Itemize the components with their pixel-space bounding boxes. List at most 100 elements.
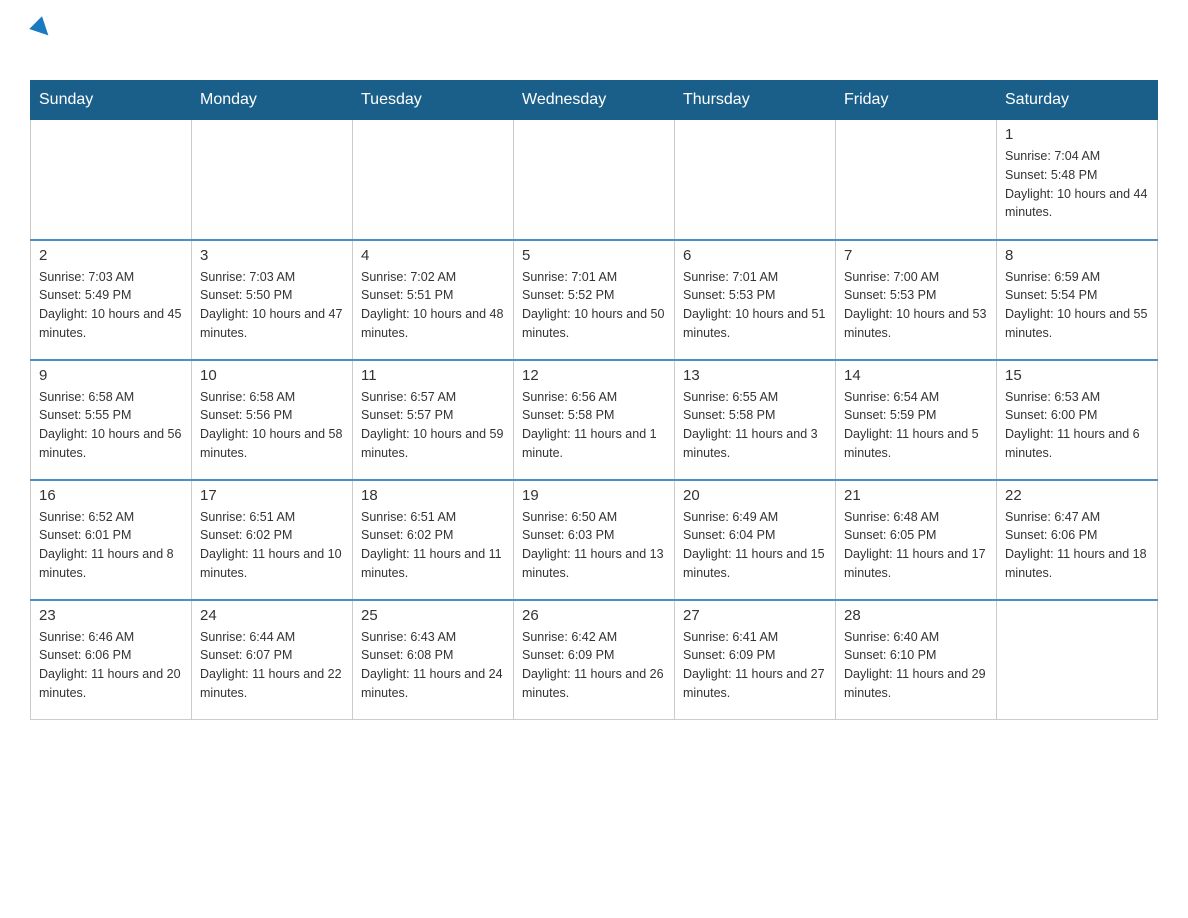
day-number: 7 bbox=[844, 247, 988, 264]
day-number: 3 bbox=[200, 247, 344, 264]
logo-triangle-icon bbox=[29, 16, 54, 41]
calendar-cell: 5 Sunrise: 7:01 AMSunset: 5:52 PMDaylight… bbox=[514, 240, 675, 360]
day-info: Sunrise: 6:40 AMSunset: 6:10 PMDaylight:… bbox=[844, 628, 988, 703]
calendar-cell bbox=[514, 120, 675, 240]
day-number: 26 bbox=[522, 607, 666, 624]
calendar-table: SundayMondayTuesdayWednesdayThursdayFrid… bbox=[30, 80, 1158, 720]
day-number: 10 bbox=[200, 367, 344, 384]
calendar-cell bbox=[353, 120, 514, 240]
day-info: Sunrise: 6:55 AMSunset: 5:58 PMDaylight:… bbox=[683, 388, 827, 463]
calendar-cell: 24 Sunrise: 6:44 AMSunset: 6:07 PMDayligh… bbox=[192, 600, 353, 720]
weekday-header-saturday: Saturday bbox=[997, 81, 1158, 120]
day-number: 9 bbox=[39, 367, 183, 384]
weekday-header-row: SundayMondayTuesdayWednesdayThursdayFrid… bbox=[31, 81, 1158, 120]
calendar-cell: 11 Sunrise: 6:57 AMSunset: 5:57 PMDayligh… bbox=[353, 360, 514, 480]
calendar-cell: 7 Sunrise: 7:00 AMSunset: 5:53 PMDaylight… bbox=[836, 240, 997, 360]
day-number: 15 bbox=[1005, 367, 1149, 384]
day-info: Sunrise: 6:59 AMSunset: 5:54 PMDaylight:… bbox=[1005, 268, 1149, 343]
calendar-cell: 13 Sunrise: 6:55 AMSunset: 5:58 PMDayligh… bbox=[675, 360, 836, 480]
day-number: 19 bbox=[522, 487, 666, 504]
calendar-cell: 4 Sunrise: 7:02 AMSunset: 5:51 PMDaylight… bbox=[353, 240, 514, 360]
day-info: Sunrise: 6:51 AMSunset: 6:02 PMDaylight:… bbox=[361, 508, 505, 583]
day-info: Sunrise: 6:43 AMSunset: 6:08 PMDaylight:… bbox=[361, 628, 505, 703]
calendar-cell: 21Sunrise: 6:48 AMSunset: 6:05 PMDayligh… bbox=[836, 480, 997, 600]
day-info: Sunrise: 7:00 AMSunset: 5:53 PMDaylight:… bbox=[844, 268, 988, 343]
calendar-cell bbox=[836, 120, 997, 240]
day-info: Sunrise: 7:01 AMSunset: 5:52 PMDaylight:… bbox=[522, 268, 666, 343]
day-info: Sunrise: 6:52 AMSunset: 6:01 PMDaylight:… bbox=[39, 508, 183, 583]
day-number: 11 bbox=[361, 367, 505, 384]
calendar-week-2: 2 Sunrise: 7:03 AMSunset: 5:49 PMDaylight… bbox=[31, 240, 1158, 360]
day-number: 1 bbox=[1005, 126, 1149, 143]
calendar-cell: 15 Sunrise: 6:53 AMSunset: 6:00 PMDayligh… bbox=[997, 360, 1158, 480]
weekday-header-thursday: Thursday bbox=[675, 81, 836, 120]
calendar-cell bbox=[997, 600, 1158, 720]
calendar-cell bbox=[675, 120, 836, 240]
calendar-cell: 26 Sunrise: 6:42 AMSunset: 6:09 PMDayligh… bbox=[514, 600, 675, 720]
calendar-cell: 6 Sunrise: 7:01 AMSunset: 5:53 PMDaylight… bbox=[675, 240, 836, 360]
day-info: Sunrise: 6:47 AMSunset: 6:06 PMDaylight:… bbox=[1005, 508, 1149, 583]
calendar-cell: 9 Sunrise: 6:58 AMSunset: 5:55 PMDaylight… bbox=[31, 360, 192, 480]
weekday-header-friday: Friday bbox=[836, 81, 997, 120]
calendar-cell: 20Sunrise: 6:49 AMSunset: 6:04 PMDayligh… bbox=[675, 480, 836, 600]
calendar-cell: 23 Sunrise: 6:46 AMSunset: 6:06 PMDayligh… bbox=[31, 600, 192, 720]
calendar-cell: 12Sunrise: 6:56 AMSunset: 5:58 PMDayligh… bbox=[514, 360, 675, 480]
day-number: 2 bbox=[39, 247, 183, 264]
weekday-header-wednesday: Wednesday bbox=[514, 81, 675, 120]
day-info: Sunrise: 6:58 AMSunset: 5:56 PMDaylight:… bbox=[200, 388, 344, 463]
day-number: 5 bbox=[522, 247, 666, 264]
day-number: 12 bbox=[522, 367, 666, 384]
day-number: 23 bbox=[39, 607, 183, 624]
calendar-cell: 3 Sunrise: 7:03 AMSunset: 5:50 PMDaylight… bbox=[192, 240, 353, 360]
calendar-cell: 22Sunrise: 6:47 AMSunset: 6:06 PMDayligh… bbox=[997, 480, 1158, 600]
calendar-cell bbox=[31, 120, 192, 240]
day-info: Sunrise: 7:02 AMSunset: 5:51 PMDaylight:… bbox=[361, 268, 505, 343]
day-info: Sunrise: 7:04 AMSunset: 5:48 PMDaylight:… bbox=[1005, 147, 1149, 222]
day-info: Sunrise: 6:41 AMSunset: 6:09 PMDaylight:… bbox=[683, 628, 827, 703]
day-number: 14 bbox=[844, 367, 988, 384]
day-info: Sunrise: 7:03 AMSunset: 5:49 PMDaylight:… bbox=[39, 268, 183, 343]
day-info: Sunrise: 7:01 AMSunset: 5:53 PMDaylight:… bbox=[683, 268, 827, 343]
calendar-cell: 14 Sunrise: 6:54 AMSunset: 5:59 PMDayligh… bbox=[836, 360, 997, 480]
day-number: 16 bbox=[39, 487, 183, 504]
day-number: 18 bbox=[361, 487, 505, 504]
calendar-cell: 8 Sunrise: 6:59 AMSunset: 5:54 PMDaylight… bbox=[997, 240, 1158, 360]
weekday-header-sunday: Sunday bbox=[31, 81, 192, 120]
day-info: Sunrise: 6:51 AMSunset: 6:02 PMDaylight:… bbox=[200, 508, 344, 583]
day-number: 8 bbox=[1005, 247, 1149, 264]
weekday-header-monday: Monday bbox=[192, 81, 353, 120]
day-number: 27 bbox=[683, 607, 827, 624]
day-info: Sunrise: 6:58 AMSunset: 5:55 PMDaylight:… bbox=[39, 388, 183, 463]
day-number: 20 bbox=[683, 487, 827, 504]
day-number: 4 bbox=[361, 247, 505, 264]
day-info: Sunrise: 6:54 AMSunset: 5:59 PMDaylight:… bbox=[844, 388, 988, 463]
day-number: 28 bbox=[844, 607, 988, 624]
day-number: 24 bbox=[200, 607, 344, 624]
calendar-cell: 17 Sunrise: 6:51 AMSunset: 6:02 PMDayligh… bbox=[192, 480, 353, 600]
calendar-cell: 1 Sunrise: 7:04 AMSunset: 5:48 PMDaylight… bbox=[997, 120, 1158, 240]
calendar-cell: 19 Sunrise: 6:50 AMSunset: 6:03 PMDayligh… bbox=[514, 480, 675, 600]
day-info: Sunrise: 6:42 AMSunset: 6:09 PMDaylight:… bbox=[522, 628, 666, 703]
calendar-cell: 25 Sunrise: 6:43 AMSunset: 6:08 PMDayligh… bbox=[353, 600, 514, 720]
calendar-cell: 28 Sunrise: 6:40 AMSunset: 6:10 PMDayligh… bbox=[836, 600, 997, 720]
day-number: 13 bbox=[683, 367, 827, 384]
day-info: Sunrise: 6:57 AMSunset: 5:57 PMDaylight:… bbox=[361, 388, 505, 463]
day-number: 25 bbox=[361, 607, 505, 624]
calendar-cell: 10 Sunrise: 6:58 AMSunset: 5:56 PMDayligh… bbox=[192, 360, 353, 480]
day-info: Sunrise: 6:53 AMSunset: 6:00 PMDaylight:… bbox=[1005, 388, 1149, 463]
calendar-cell: 16 Sunrise: 6:52 AMSunset: 6:01 PMDayligh… bbox=[31, 480, 192, 600]
calendar-cell bbox=[192, 120, 353, 240]
calendar-cell: 2 Sunrise: 7:03 AMSunset: 5:49 PMDaylight… bbox=[31, 240, 192, 360]
calendar-week-3: 9 Sunrise: 6:58 AMSunset: 5:55 PMDaylight… bbox=[31, 360, 1158, 480]
day-number: 6 bbox=[683, 247, 827, 264]
day-number: 17 bbox=[200, 487, 344, 504]
page-header bbox=[30, 20, 1158, 70]
logo bbox=[30, 20, 51, 70]
day-number: 21 bbox=[844, 487, 988, 504]
day-info: Sunrise: 6:50 AMSunset: 6:03 PMDaylight:… bbox=[522, 508, 666, 583]
day-info: Sunrise: 6:46 AMSunset: 6:06 PMDaylight:… bbox=[39, 628, 183, 703]
day-info: Sunrise: 7:03 AMSunset: 5:50 PMDaylight:… bbox=[200, 268, 344, 343]
calendar-week-1: 1 Sunrise: 7:04 AMSunset: 5:48 PMDaylight… bbox=[31, 120, 1158, 240]
calendar-week-4: 16 Sunrise: 6:52 AMSunset: 6:01 PMDayligh… bbox=[31, 480, 1158, 600]
day-info: Sunrise: 6:44 AMSunset: 6:07 PMDaylight:… bbox=[200, 628, 344, 703]
